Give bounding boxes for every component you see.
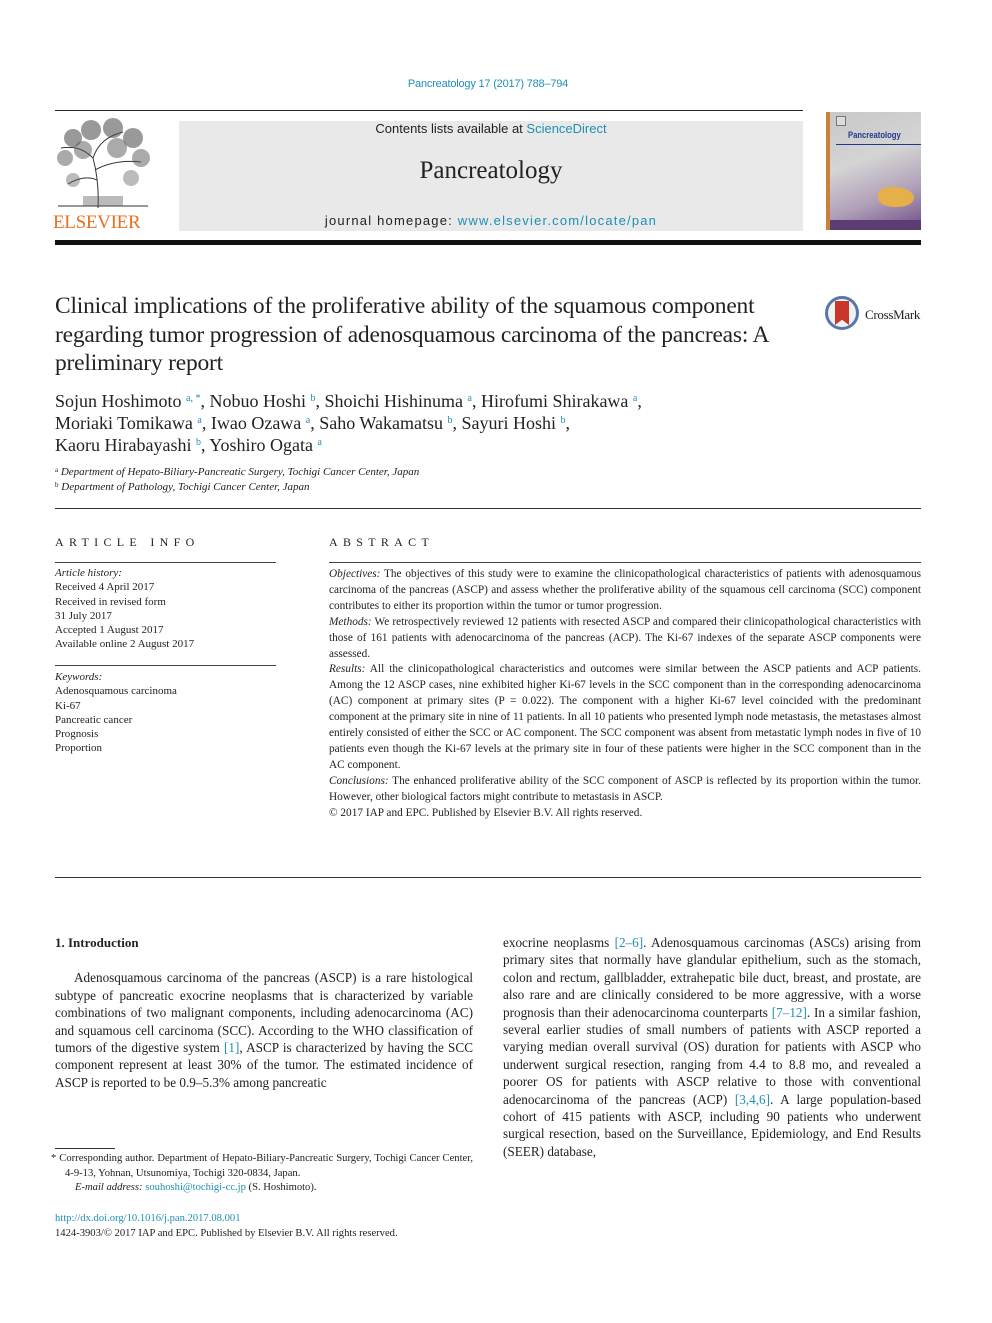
abstract-body: Objectives: The objectives of this study… [329,567,921,822]
running-head-citation[interactable]: Pancreatology 17 (2017) 788–794 [0,78,976,90]
keywords: Keywords: Adenosquamous carcinoma Ki-67 … [55,670,280,756]
keywords-label: Keywords: [55,671,103,683]
abstract-copyright: © 2017 IAP and EPC. Published by Elsevie… [329,806,643,819]
history-item: Received 4 April 2017 [55,581,155,594]
crossmark-button[interactable]: CrossMark [825,296,925,336]
contents-prefix: Contents lists available at [375,121,527,136]
author[interactable]: Sayuri Hoshi b [461,413,565,433]
journal-name: Pancreatology [419,157,563,184]
abstract-results: Results: All the clinicopathological cha… [329,663,921,771]
abstract-end-rule [55,877,921,878]
crossmark-label: CrossMark [865,307,921,322]
abstract-objectives: Objectives: The objectives of this study… [329,568,921,612]
section-divider [55,508,921,509]
article-title: Clinical implications of the proliferati… [55,293,769,376]
author-list: Sojun Hoshimoto a, *, Nobuo Hoshi b, Sho… [55,391,642,455]
author[interactable]: Nobuo Hoshi b [209,391,315,411]
corresponding-author-note: * Corresponding author. Department of He… [51,1153,473,1179]
citation-link[interactable]: [7–12] [772,1005,807,1020]
author-affiliation-marker[interactable]: a, * [186,393,200,404]
cover-divider [836,144,921,145]
body-paragraph: Adenosquamous carcinoma of the pancreas … [55,970,473,1090]
elsevier-wordmark: ELSEVIER [53,212,141,233]
doi-block: http://dx.doi.org/10.1016/j.pan.2017.08.… [55,1211,398,1241]
author[interactable]: Sojun Hoshimoto a, * [55,391,200,411]
history-label: Article history: [55,567,122,579]
homepage-line: journal homepage: www.elsevier.com/locat… [179,213,803,228]
citation-link[interactable]: [2–6] [615,935,644,950]
affiliation: a Department of Hepato-Biliary-Pancreati… [55,466,420,478]
abstract-methods: Methods: We retrospectively reviewed 12 … [329,615,921,660]
cover-title: Pancreatology [848,130,901,140]
keyword: Prognosis [55,728,99,741]
email-link[interactable]: souhoshi@tochigi-cc.jp [145,1182,246,1193]
body-column-left: 1. Introduction Adenosquamous carcinoma … [55,934,473,1091]
history-item: Accepted 1 August 2017 [55,624,164,637]
body-column-right: exocrine neoplasms [2–6]. Adenosquamous … [503,934,921,1160]
sciencedirect-link[interactable]: ScienceDirect [526,121,606,136]
article-history: Article history: Received 4 April 2017 R… [55,566,280,652]
masthead-thick-rule [55,240,921,245]
affiliations: a Department of Hepato-Biliary-Pancreati… [55,465,755,495]
keyword: Adenosquamous carcinoma [55,685,177,698]
author[interactable]: Kaoru Hirabayashi b [55,435,201,455]
author[interactable]: Yoshiro Ogata a [209,435,322,455]
footnote-rule [55,1148,115,1149]
history-item: 31 July 2017 [55,609,112,622]
author[interactable]: Moriaki Tomikawa a [55,413,202,433]
keyword: Pancreatic cancer [55,713,133,726]
author[interactable]: Shoichi Hishinuma a [325,391,472,411]
info-rule [55,562,276,563]
abstract-conclusions: Conclusions: The enhanced proliferative … [329,774,921,803]
pancreas-illustration-icon [878,187,914,207]
homepage-prefix: journal homepage: [324,213,458,228]
corresponding-author-footnote: * Corresponding author. Department of He… [51,1152,473,1196]
author-affiliation-marker[interactable]: a [317,437,321,448]
introduction-heading: 1. Introduction [55,935,139,950]
author[interactable]: Saho Wakamatsu b [319,413,452,433]
elsevier-tree-icon [57,118,150,209]
citation-link[interactable]: [3,4,6] [735,1092,770,1107]
journal-homepage-link[interactable]: www.elsevier.com/locate/pan [458,213,657,228]
keyword: Ki-67 [55,699,81,712]
doi-link[interactable]: http://dx.doi.org/10.1016/j.pan.2017.08.… [55,1213,241,1224]
abstract-heading: ABSTRACT [329,535,435,549]
header-rule [55,110,803,111]
citation-link[interactable]: [1] [224,1040,239,1055]
keyword: Proportion [55,742,103,755]
contents-line: Contents lists available at ScienceDirec… [179,121,803,136]
author[interactable]: Hirofumi Shirakawa a [481,391,637,411]
history-item: Available online 2 August 2017 [55,638,195,651]
author[interactable]: Iwao Ozawa a [211,413,310,433]
affiliation: b Department of Pathology, Tochigi Cance… [55,481,310,493]
issn-copyright: 1424-3903/© 2017 IAP and EPC. Published … [55,1228,398,1239]
cover-footer-band [830,220,921,230]
body-paragraph: exocrine neoplasms [2–6]. Adenosquamous … [503,935,921,1159]
journal-banner: Contents lists available at ScienceDirec… [179,121,803,231]
article-info-heading: ARTICLE INFO [55,535,200,549]
email-line: E-mail address: souhoshi@tochigi-cc.jp (… [75,1182,317,1193]
elsevier-logo[interactable]: ELSEVIER [53,118,157,234]
journal-cover-thumbnail[interactable]: Pancreatology [826,112,921,230]
cover-emblem-icon [836,116,846,126]
abstract-rule [329,562,921,563]
history-item: Received in revised form [55,595,166,608]
info-rule [55,665,276,666]
